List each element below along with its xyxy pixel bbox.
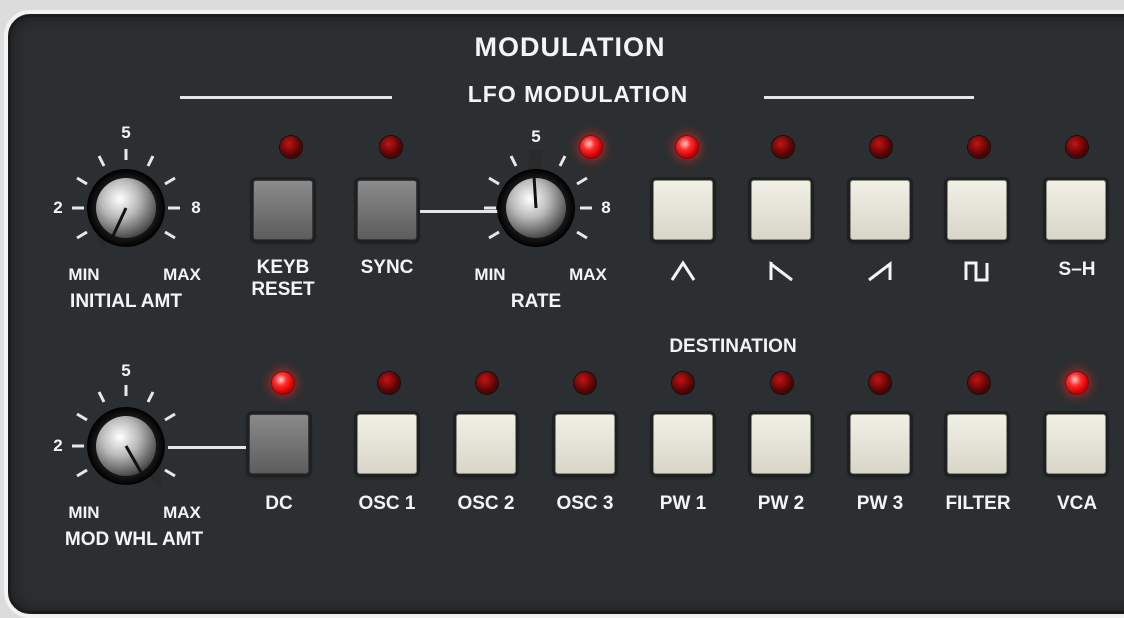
mod-whl-tick-5: 5 bbox=[121, 361, 131, 380]
pw2-label: PW 2 bbox=[757, 493, 805, 514]
pw1-button[interactable] bbox=[653, 414, 713, 474]
pw1-label: PW 1 bbox=[659, 493, 707, 514]
sawtooth-wave-led bbox=[870, 136, 892, 158]
rate-tick-8: 8 bbox=[601, 198, 611, 217]
osc3-label: OSC 3 bbox=[556, 493, 614, 514]
pw2-button[interactable] bbox=[751, 414, 811, 474]
pw1-led bbox=[672, 372, 694, 394]
vca-button[interactable] bbox=[1046, 414, 1106, 474]
sync-label: SYNC bbox=[360, 257, 414, 278]
osc2-led bbox=[476, 372, 498, 394]
pw3-label: PW 3 bbox=[856, 493, 904, 514]
square-wave-icon bbox=[964, 261, 989, 282]
rate-knob[interactable] bbox=[484, 150, 592, 247]
ramp-down-wave-led bbox=[772, 136, 794, 158]
keyb-reset-label-line1: KEYB bbox=[256, 257, 310, 278]
dc-button[interactable] bbox=[249, 414, 309, 474]
triangle-wave-icon bbox=[670, 260, 696, 281]
sawtooth-wave-button[interactable] bbox=[850, 180, 910, 240]
dc-led bbox=[272, 372, 294, 394]
mod-whl-tick-2: 2 bbox=[53, 436, 63, 455]
triangle-wave-button[interactable] bbox=[653, 180, 713, 240]
square-wave-button[interactable] bbox=[947, 180, 1007, 240]
filter-led bbox=[968, 372, 990, 394]
ramp-down-wave-icon bbox=[769, 260, 793, 282]
osc1-led bbox=[378, 372, 400, 394]
initial-amt-max-label: MAX bbox=[163, 265, 201, 284]
initial-amt-label: INITIAL AMT bbox=[70, 291, 182, 312]
sawtooth-wave-icon bbox=[868, 260, 892, 282]
keyb-reset-button[interactable] bbox=[253, 180, 313, 240]
vca-label: VCA bbox=[1056, 493, 1098, 514]
square-wave-led bbox=[968, 136, 990, 158]
rate-max-label: MAX bbox=[569, 265, 607, 284]
keyb-reset-led bbox=[280, 136, 302, 158]
dc-label: DC bbox=[265, 493, 293, 514]
mod-whl-amt-knob[interactable] bbox=[72, 385, 176, 490]
pw3-led bbox=[869, 372, 891, 394]
mod-whl-max-label: MAX bbox=[163, 503, 201, 522]
initial-amt-tick-2: 2 bbox=[53, 198, 63, 217]
destination-label: DESTINATION bbox=[669, 336, 797, 357]
osc3-button[interactable] bbox=[555, 414, 615, 474]
ramp-down-wave-button[interactable] bbox=[751, 180, 811, 240]
pw3-button[interactable] bbox=[850, 414, 910, 474]
initial-amt-tick-5: 5 bbox=[121, 123, 131, 142]
triangle-wave-led bbox=[676, 136, 698, 158]
filter-button[interactable] bbox=[947, 414, 1007, 474]
initial-amt-tick-8: 8 bbox=[191, 198, 201, 217]
pw2-led bbox=[771, 372, 793, 394]
rate-led bbox=[580, 136, 602, 158]
mod-whl-amt-label: MOD WHL AMT bbox=[64, 529, 204, 550]
initial-amt-knob[interactable] bbox=[72, 149, 180, 252]
osc2-label: OSC 2 bbox=[457, 493, 515, 514]
osc1-button[interactable] bbox=[357, 414, 417, 474]
sample-hold-led bbox=[1066, 136, 1088, 158]
sync-button[interactable] bbox=[357, 180, 417, 240]
sample-hold-button[interactable] bbox=[1046, 180, 1106, 240]
osc1-label: OSC 1 bbox=[358, 493, 416, 514]
osc3-led bbox=[574, 372, 596, 394]
rate-label: RATE bbox=[510, 291, 562, 312]
filter-label: FILTER bbox=[945, 493, 1011, 514]
keyb-reset-label-line2: RESET bbox=[251, 279, 315, 300]
sample-hold-label: S–H bbox=[1058, 259, 1096, 280]
rate-tick-5: 5 bbox=[531, 127, 541, 146]
vca-led bbox=[1066, 372, 1088, 394]
sync-led bbox=[380, 136, 402, 158]
osc2-button[interactable] bbox=[456, 414, 516, 474]
mod-whl-min-label: MIN bbox=[68, 503, 100, 522]
initial-amt-min-label: MIN bbox=[68, 265, 100, 284]
rate-min-label: MIN bbox=[474, 265, 506, 284]
